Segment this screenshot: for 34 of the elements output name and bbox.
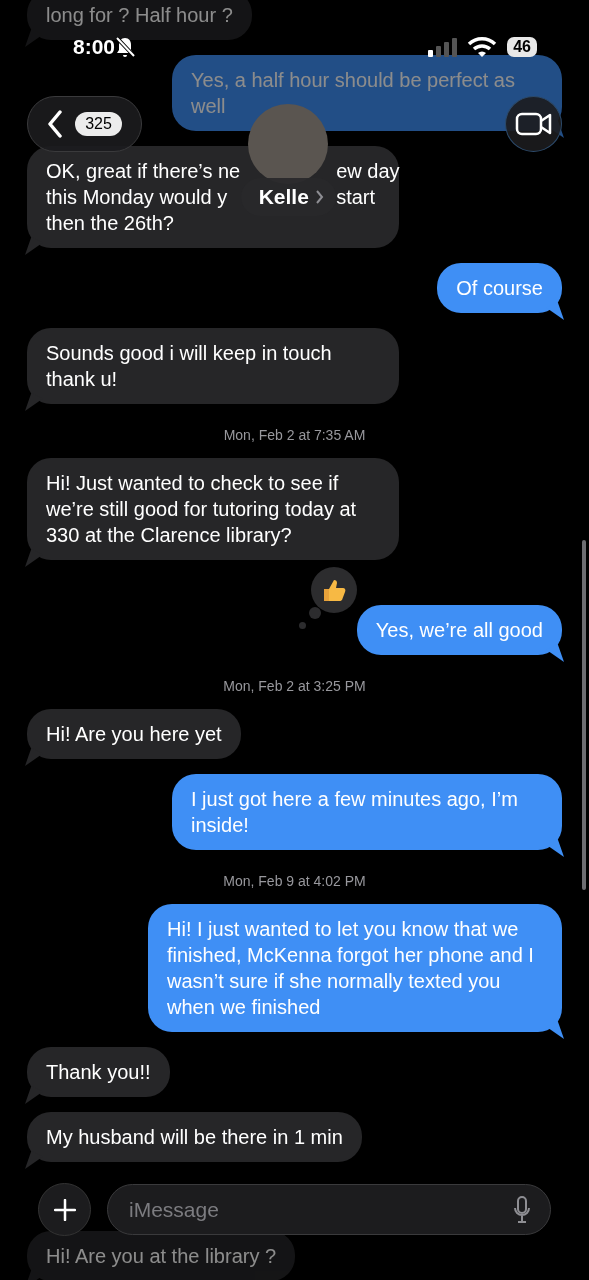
video-camera-icon (514, 111, 553, 137)
message-text: Hi! Are you at the library ? (46, 1245, 277, 1267)
add-attachment-button[interactable] (38, 1183, 91, 1236)
timestamp: Mon, Feb 2 at 7:35 AM (223, 426, 366, 445)
status-time: 8:00 (73, 34, 116, 61)
back-button[interactable]: 325 (27, 96, 142, 152)
message-text: OK, great if there’s ne (46, 159, 241, 184)
wifi-icon (467, 36, 498, 58)
message-text: I just got here a few minutes ago, I’m inside! (191, 788, 518, 836)
message-text: Yes, we’re all good (375, 619, 543, 641)
video-call-button[interactable] (505, 96, 562, 152)
battery-indicator: 46 (507, 37, 537, 57)
microphone-icon[interactable] (513, 1196, 531, 1224)
message-text: Yes, a half hour should be perfect as well (191, 69, 515, 117)
message-text: Hi! I just wanted to let you know that we finished, McKenna forgot her phone and I wasn’t sure if she normally texted you when we finished (167, 918, 534, 1018)
message-text: then the 26th? (46, 211, 175, 236)
timestamp: Mon, Feb 2 at 3:25 PM (223, 677, 366, 696)
unread-count-badge: 325 (75, 112, 122, 136)
message-text: start (336, 185, 377, 210)
chevron-right-icon (314, 189, 324, 205)
signal-icon (427, 37, 458, 57)
message-text: My husband will be there in 1 min (46, 1126, 343, 1148)
message-input-field[interactable]: iMessage (107, 1184, 551, 1235)
message-text: Of course (456, 277, 543, 299)
message-text: Hi! Are you here yet (46, 723, 222, 745)
message-text: Thank you!! (46, 1061, 151, 1083)
plus-icon (53, 1198, 76, 1221)
message-text: ew day (336, 159, 400, 184)
message-text: this Monday would y (46, 185, 229, 210)
back-chevron-icon (47, 110, 64, 138)
message-text: Hi! Just wanted to check to see if we’re still good for tutoring today at 330 at the Clarence library? (46, 472, 357, 546)
timestamp: Mon, Feb 9 at 4:02 PM (223, 872, 366, 891)
message-text: long for ? Half hour ? (46, 4, 233, 26)
message-text: Sounds good i will keep in touch thank u! (46, 342, 332, 390)
